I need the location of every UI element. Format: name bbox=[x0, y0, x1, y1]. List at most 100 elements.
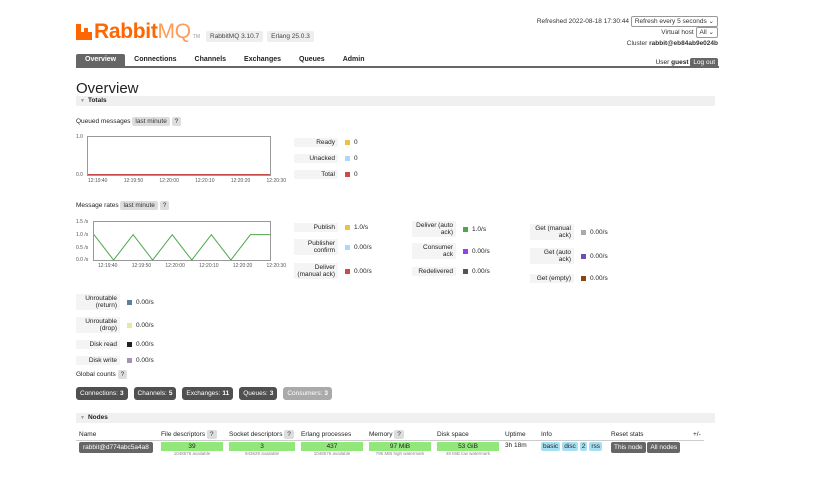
nodes-section-header[interactable]: ▼ Nodes bbox=[76, 413, 715, 423]
rates-legend-extra: Unroutable (return) 0.00/s Unroutable (dr… bbox=[76, 292, 154, 367]
vhost-select[interactable]: All ⌄ bbox=[695, 27, 718, 39]
consumers-count-button[interactable]: Consumers: 3 bbox=[283, 387, 333, 400]
total-series-line bbox=[88, 174, 270, 175]
nodes-table-wrap: Name File descriptors ? Socket descripto… bbox=[76, 429, 704, 457]
y-tick: 0.0 bbox=[76, 172, 83, 178]
tab-queues[interactable]: Queues bbox=[290, 54, 334, 66]
range-selector[interactable]: last minute bbox=[132, 117, 170, 126]
get-manual-swatch bbox=[581, 229, 586, 235]
col-memory: Memory ? bbox=[366, 429, 434, 441]
deliver-manual-swatch bbox=[345, 268, 350, 274]
y-tick: 1.5 /s bbox=[76, 219, 89, 225]
unroutable-drop-swatch bbox=[127, 322, 132, 328]
reset-this-node-button[interactable]: This node bbox=[611, 442, 646, 453]
consumer-ack-swatch bbox=[463, 248, 468, 254]
global-counts-label: Global counts ? bbox=[76, 370, 128, 379]
total-swatch bbox=[345, 171, 350, 177]
user-name: guest bbox=[671, 59, 689, 66]
info-tag: rss bbox=[589, 442, 603, 451]
unroutable-return-swatch bbox=[127, 299, 132, 305]
y-tick: 1.0 bbox=[76, 134, 83, 140]
col-file-descriptors: File descriptors ? bbox=[158, 429, 226, 441]
fd-bar: 39 bbox=[161, 442, 223, 451]
erlang-version: Erlang 25.0.3 bbox=[267, 30, 314, 42]
help-icon[interactable]: ? bbox=[284, 430, 294, 439]
legend-unacked: Unacked 0 bbox=[294, 151, 358, 165]
help-icon[interactable]: ? bbox=[206, 430, 217, 439]
col-disk-space: Disk space bbox=[434, 429, 502, 441]
info-tag: disc bbox=[562, 442, 578, 451]
queues-count-button[interactable]: Queues: 3 bbox=[239, 387, 278, 400]
message-rates-label: Message rates last minute ? bbox=[76, 201, 170, 210]
node-name-link[interactable]: rabbit@d774abc5a4a8 bbox=[79, 442, 153, 453]
info-tag: 2 bbox=[579, 442, 588, 451]
main-nav: Overview Connections Channels Exchanges … bbox=[76, 54, 719, 68]
global-counts: Connections: 3 Channels: 5 Exchanges: 11 Qu… bbox=[76, 387, 336, 400]
queued-messages-label: Queued messages last minute ? bbox=[76, 117, 182, 126]
get-empty-swatch bbox=[581, 275, 586, 281]
col-socket-descriptors: Socket descriptors ? bbox=[226, 429, 298, 441]
redelivered-swatch bbox=[463, 268, 468, 274]
exchanges-count-button[interactable]: Exchanges: 11 bbox=[182, 387, 234, 400]
rabbitmq-logo: RabbitMQ TM RabbitMQ 3.10.7 Erlang 25.0.… bbox=[76, 20, 314, 44]
collapse-triangle-icon: ▼ bbox=[80, 415, 85, 421]
publisher-confirm-swatch bbox=[345, 244, 350, 250]
message-rates-chart bbox=[93, 221, 271, 261]
ep-bar: 437 bbox=[301, 442, 363, 451]
disk-read-swatch bbox=[127, 341, 132, 347]
info-tag: basic bbox=[541, 442, 561, 451]
help-icon[interactable]: ? bbox=[394, 430, 404, 439]
col-name: Name bbox=[76, 429, 158, 441]
disk-write-swatch bbox=[127, 357, 132, 363]
totals-section-header[interactable]: ▼ Totals bbox=[76, 96, 715, 106]
reset-all-nodes-button[interactable]: All nodes bbox=[647, 442, 681, 453]
legend-total: Total 0 bbox=[294, 167, 358, 181]
queued-x-axis: 12:19:40 12:19:50 12:20:00 12:20:10 12:20:20… bbox=[88, 178, 286, 184]
rates-legend-col3: Get (manual ack) 0.00/s Get (auto ack) 0.0… bbox=[530, 220, 608, 288]
table-row: rabbit@d774abc5a4a8 39 1048576 available … bbox=[76, 441, 704, 458]
uptime-value: 3h 18m bbox=[505, 442, 527, 449]
nodes-table: Name File descriptors ? Socket descripto… bbox=[76, 429, 704, 457]
help-icon[interactable]: ? bbox=[171, 117, 182, 126]
range-selector[interactable]: last minute bbox=[120, 201, 158, 210]
header-status: Refreshed 2022-08-18 17:30:44 Refresh ev… bbox=[536, 16, 718, 48]
channels-count-button[interactable]: Channels: 5 bbox=[133, 387, 177, 400]
rates-x-axis: 12:19:40 12:19:50 12:20:00 12:20:10 12:20:20… bbox=[98, 263, 286, 269]
refreshed-label: Refreshed 2022-08-18 17:30:44 bbox=[536, 18, 630, 26]
queued-legend: Ready 0 Unacked 0 Total 0 bbox=[294, 135, 358, 181]
chevron-down-icon: ⌄ bbox=[708, 29, 714, 37]
queued-messages-chart bbox=[87, 136, 271, 176]
columns-toggle[interactable]: +/- bbox=[690, 429, 704, 441]
tab-connections[interactable]: Connections bbox=[125, 54, 185, 66]
help-icon[interactable]: ? bbox=[159, 201, 170, 210]
legend-ready: Ready 0 bbox=[294, 135, 358, 149]
connections-count-button[interactable]: Connections: 3 bbox=[76, 387, 128, 400]
col-reset-stats: Reset stats bbox=[608, 429, 690, 441]
y-tick: 0.5 /s bbox=[76, 245, 89, 251]
chevron-down-icon: ⌄ bbox=[708, 18, 714, 25]
tab-overview[interactable]: Overview bbox=[76, 54, 126, 66]
ready-swatch bbox=[345, 139, 350, 145]
tab-admin[interactable]: Admin bbox=[334, 54, 374, 66]
disk-bar: 53 GiB bbox=[437, 442, 499, 451]
rates-legend-col1: Publish 1.0/s Publisher confirm 0.00/s Del… bbox=[294, 220, 372, 283]
collapse-triangle-icon: ▼ bbox=[80, 98, 85, 104]
rates-legend-col2: Deliver (auto ack) 1.0/s Consumer ack 0.00… bbox=[412, 220, 490, 278]
tab-channels[interactable]: Channels bbox=[186, 54, 236, 66]
deliver-auto-swatch bbox=[463, 226, 468, 232]
col-erlang-processes: Erlang processes bbox=[298, 429, 366, 441]
info-tags: basic disc 2 rss bbox=[538, 441, 608, 458]
col-info: Info bbox=[538, 429, 608, 441]
rabbitmq-version: RabbitMQ 3.10.7 bbox=[206, 30, 264, 42]
col-uptime: Uptime bbox=[502, 429, 538, 441]
tab-exchanges[interactable]: Exchanges bbox=[235, 54, 290, 66]
y-tick: 1.0 /s bbox=[76, 232, 89, 238]
user-info: User guest Log out bbox=[656, 58, 718, 67]
help-icon[interactable]: ? bbox=[117, 370, 128, 379]
get-auto-swatch bbox=[581, 253, 586, 259]
refresh-select[interactable]: Refresh every 5 seconds ⌄ bbox=[630, 16, 718, 27]
rabbitmq-logo-icon bbox=[76, 24, 92, 40]
sd-bar: 3 bbox=[229, 442, 295, 451]
publish-swatch bbox=[345, 224, 350, 230]
logout-button[interactable]: Log out bbox=[690, 58, 718, 67]
